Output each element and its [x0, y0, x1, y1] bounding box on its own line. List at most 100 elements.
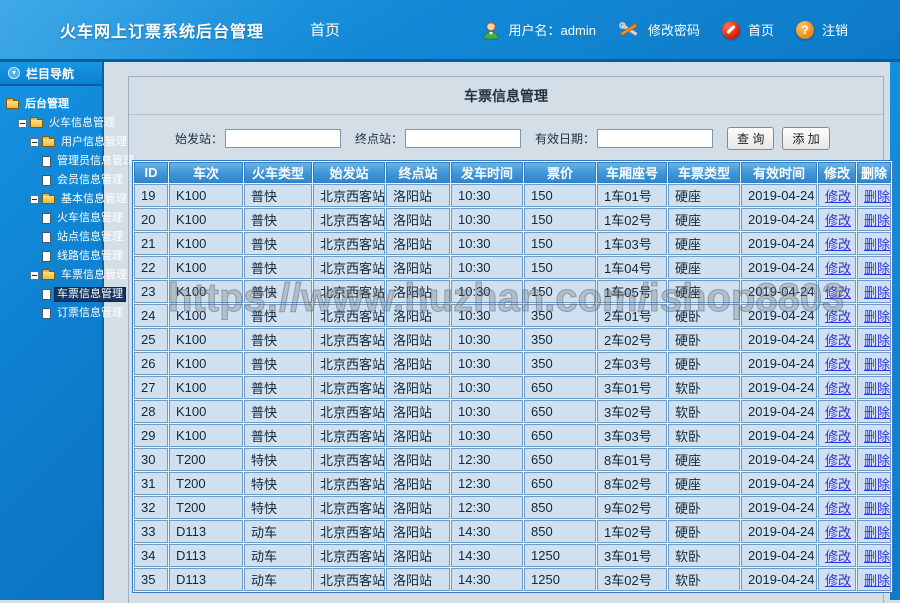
- sidebar-item-火车信息管理[interactable]: 火车信息管理: [4, 212, 123, 225]
- change-password-link[interactable]: 修改密码: [648, 20, 700, 39]
- table-cell: 删除: [857, 544, 891, 567]
- delete-link[interactable]: 删除: [864, 549, 890, 564]
- edit-link[interactable]: 修改: [825, 333, 851, 348]
- delete-link[interactable]: 删除: [864, 213, 890, 228]
- logout-link[interactable]: 注销: [822, 20, 848, 39]
- table-cell: 洛阳站: [386, 256, 450, 279]
- table-cell: 普快: [244, 304, 312, 327]
- sidebar-item-车票信息管理[interactable]: 车票信息管理: [4, 269, 127, 282]
- table-cell: 150: [524, 184, 596, 207]
- table-cell: K100: [169, 328, 243, 351]
- table-cell: 27: [134, 376, 168, 399]
- delete-link[interactable]: 删除: [864, 573, 890, 588]
- tickets-table: ID 车次 火车类型 始发站 终点站 发车时间 票价 车厢座号 车票类型 有效时间 修改 删除 19 K…: [132, 160, 893, 593]
- delete-link[interactable]: 删除: [864, 429, 890, 444]
- table-cell: 150: [524, 280, 596, 303]
- tree-collapse-icon[interactable]: [18, 119, 27, 128]
- table-cell: 14:30: [451, 568, 523, 591]
- table-cell: 9车02号: [597, 496, 667, 519]
- edit-link[interactable]: 修改: [825, 213, 851, 228]
- edit-link[interactable]: 修改: [825, 525, 851, 540]
- table-cell: 修改: [818, 424, 856, 447]
- table-cell: 2019-04-24: [741, 520, 817, 543]
- sidebar-item-用户信息管理[interactable]: 用户信息管理: [4, 136, 127, 149]
- edit-link[interactable]: 修改: [825, 549, 851, 564]
- edit-link[interactable]: 修改: [825, 477, 851, 492]
- table-row: 31 T200 特快 北京西客站 洛阳站 12:30 650 8车02号 硬座 2019-04-2…: [134, 472, 891, 495]
- end-station-input[interactable]: [405, 129, 522, 148]
- table-cell: 洛阳站: [386, 568, 450, 591]
- table-cell: 150: [524, 232, 596, 255]
- edit-link[interactable]: 修改: [825, 261, 851, 276]
- search-bar: 始发站： 终点站： 有效日期： 查 询 添 加: [175, 127, 883, 150]
- sidebar-item-会员信息管理[interactable]: 会员信息管理: [4, 174, 123, 187]
- delete-link[interactable]: 删除: [864, 405, 890, 420]
- sidebar-item-管理员信息管理[interactable]: 管理员信息管理: [4, 155, 134, 168]
- delete-link[interactable]: 删除: [864, 285, 890, 300]
- table-cell: 10:30: [451, 376, 523, 399]
- delete-link[interactable]: 删除: [864, 189, 890, 204]
- table-cell: 硬卧: [668, 352, 740, 375]
- column-header: 票价: [524, 162, 596, 183]
- edit-link[interactable]: 修改: [825, 357, 851, 372]
- query-button[interactable]: 查 询: [727, 127, 775, 150]
- table-cell: 21: [134, 232, 168, 255]
- tree-collapse-icon[interactable]: [30, 271, 39, 280]
- sidebar-item-车票信息管理[interactable]: 车票信息管理: [4, 287, 126, 302]
- start-station-input[interactable]: [225, 129, 342, 148]
- table-cell: 硬座: [668, 256, 740, 279]
- edit-link[interactable]: 修改: [825, 381, 851, 396]
- table-cell: 31: [134, 472, 168, 495]
- delete-link[interactable]: 删除: [864, 309, 890, 324]
- tree-collapse-icon[interactable]: [30, 195, 39, 204]
- table-row: 20 K100 普快 北京西客站 洛阳站 10:30 150 1车02号 硬座 2019-04-2…: [134, 208, 891, 231]
- sidebar-nav-header[interactable]: 栏目导航: [0, 62, 102, 86]
- file-icon: [42, 308, 51, 319]
- table-cell: 动车: [244, 544, 312, 567]
- folder-icon: [42, 136, 55, 147]
- delete-link[interactable]: 删除: [864, 381, 890, 396]
- sidebar: 栏目导航 后台管理火车信息管理用户信息管理管理员信息管理会员信息管理基本信息管理…: [0, 62, 134, 600]
- sidebar-item-火车信息管理[interactable]: 火车信息管理: [4, 117, 115, 130]
- table-cell: 3车01号: [597, 376, 667, 399]
- sidebar-item-后台管理[interactable]: 后台管理: [4, 98, 100, 111]
- table-cell: 14:30: [451, 544, 523, 567]
- delete-link[interactable]: 删除: [864, 237, 890, 252]
- sidebar-item-站点信息管理[interactable]: 站点信息管理: [4, 231, 123, 244]
- edit-link[interactable]: 修改: [825, 501, 851, 516]
- edit-link[interactable]: 修改: [825, 237, 851, 252]
- valid-date-input[interactable]: [597, 129, 714, 148]
- tree-collapse-icon[interactable]: [30, 138, 39, 147]
- delete-link[interactable]: 删除: [864, 525, 890, 540]
- table-cell: 修改: [818, 472, 856, 495]
- edit-link[interactable]: 修改: [825, 285, 851, 300]
- table-cell: 3车01号: [597, 544, 667, 567]
- edit-link[interactable]: 修改: [825, 405, 851, 420]
- edit-link[interactable]: 修改: [825, 453, 851, 468]
- edit-link[interactable]: 修改: [825, 429, 851, 444]
- sidebar-item-线路信息管理[interactable]: 线路信息管理: [4, 250, 123, 263]
- table-cell: 22: [134, 256, 168, 279]
- delete-link[interactable]: 删除: [864, 453, 890, 468]
- table-cell: 10:30: [451, 184, 523, 207]
- sidebar-item-基本信息管理[interactable]: 基本信息管理: [4, 193, 127, 206]
- edit-link[interactable]: 修改: [825, 573, 851, 588]
- table-row: 33 D113 动车 北京西客站 洛阳站 14:30 850 1车02号 硬卧 2019-04-2…: [134, 520, 891, 543]
- sidebar-item-订票信息管理[interactable]: 订票信息管理: [4, 307, 123, 320]
- edit-link[interactable]: 修改: [825, 189, 851, 204]
- delete-link[interactable]: 删除: [864, 477, 890, 492]
- table-cell: 北京西客站: [313, 232, 385, 255]
- delete-link[interactable]: 删除: [864, 261, 890, 276]
- delete-link[interactable]: 删除: [864, 357, 890, 372]
- table-cell: 8车02号: [597, 472, 667, 495]
- edit-link[interactable]: 修改: [825, 309, 851, 324]
- delete-link[interactable]: 删除: [864, 501, 890, 516]
- header-nav-home[interactable]: 首页: [310, 19, 340, 40]
- add-button[interactable]: 添 加: [782, 127, 830, 150]
- table-cell: 删除: [857, 208, 891, 231]
- table-cell: K100: [169, 304, 243, 327]
- table-cell: 20: [134, 208, 168, 231]
- table-cell: 动车: [244, 568, 312, 591]
- delete-link[interactable]: 删除: [864, 333, 890, 348]
- home-link[interactable]: 首页: [748, 20, 774, 39]
